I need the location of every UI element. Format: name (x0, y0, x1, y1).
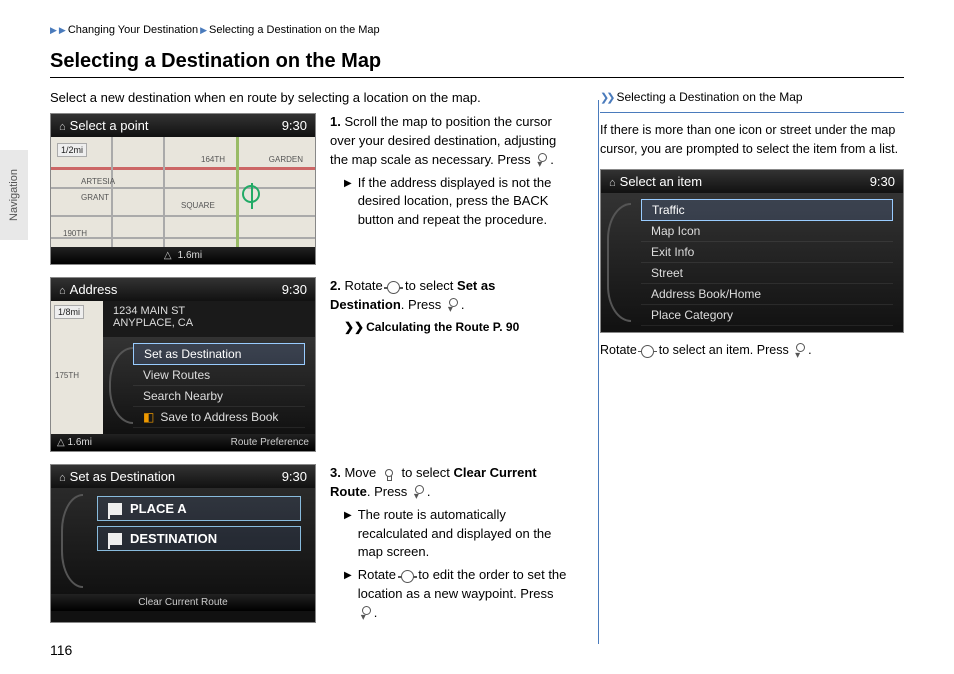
enter-button-icon (535, 153, 549, 167)
distance: 1.6mi (178, 250, 202, 261)
sidebar-caption: Rotate to select an item. Press . (600, 341, 904, 360)
breadcrumb: ▶ ▶ Changing Your Destination ▶ Selectin… (50, 24, 904, 36)
menu-traffic[interactable]: Traffic (641, 199, 893, 221)
side-tab-navigation: Navigation (0, 150, 28, 240)
triangle-bullet-icon: ▶ (344, 177, 352, 231)
sidebar-note: If there is more than one icon or street… (600, 112, 904, 159)
screenshot-set-destination: ⌂ Set as Destination 9:30 PLACE A DESTINA… (50, 464, 316, 623)
chevron-right-icon: ▶ (59, 25, 66, 36)
menu-exit-info[interactable]: Exit Info (641, 242, 893, 263)
sidebar-heading: ❯❯ Selecting a Destination on the Map (600, 90, 904, 104)
double-chevron-icon: ❯❯ (600, 91, 612, 104)
dial-icon (641, 345, 654, 358)
screen-title: Set as Destination (70, 469, 176, 484)
clock: 9:30 (282, 469, 307, 484)
clock: 9:30 (282, 282, 307, 297)
address-line: 1234 MAIN ST (113, 305, 303, 317)
screenshot-select-point: ⌂ Select a point 9:30 1/2mi 164TH GARDEN … (50, 113, 316, 265)
scale-badge: 1/8mi (54, 305, 84, 319)
screenshot-address: ⌂Address 9:30 1/8mi 175TH 1234 MAIN ST A… (50, 277, 316, 452)
compass-icon: △ (164, 250, 172, 261)
menu-map-icon[interactable]: Map Icon (641, 221, 893, 242)
menu-save-address-book[interactable]: ◧Save to Address Book (133, 407, 305, 428)
bookmark-icon: ◧ (143, 410, 154, 424)
menu-place-category[interactable]: Place Category (641, 305, 893, 326)
triangle-bullet-icon: ▶ (344, 569, 352, 623)
enter-button-icon (412, 485, 426, 499)
address-line: ANYPLACE, CA (113, 317, 303, 329)
breadcrumb-page: Selecting a Destination on the Map (209, 24, 380, 36)
footer-route-preference[interactable]: Route Preference (231, 437, 309, 448)
screen-title: Select a point (70, 118, 149, 133)
menu-set-destination[interactable]: Set as Destination (133, 343, 305, 365)
column-divider (598, 100, 599, 644)
distance: 1.6mi (67, 437, 91, 448)
screen-title: Select an item (620, 174, 702, 189)
enter-button-icon (359, 606, 373, 620)
step-number: 2. (330, 278, 341, 293)
cross-reference: ❯❯Calculating the Route P. 90 (344, 319, 570, 336)
screen-title: Address (70, 282, 118, 297)
home-icon: ⌂ (59, 472, 66, 484)
compass-icon: △ (57, 437, 65, 448)
page-title: Selecting a Destination on the Map (50, 50, 904, 78)
screenshot-select-item: ⌂ Select an item 9:30 Traffic Map Icon Ex… (600, 169, 904, 333)
clock: 9:30 (870, 174, 895, 189)
map-area: 1/2mi 164TH GARDEN ARTESIA GRANT 190TH S… (51, 137, 315, 247)
menu-view-routes[interactable]: View Routes (133, 365, 305, 386)
footer-clear-route[interactable]: Clear Current Route (138, 597, 227, 608)
waypoint-place-a[interactable]: PLACE A (97, 496, 301, 521)
scale-badge: 1/2mi (57, 143, 87, 157)
step-number: 1. (330, 114, 341, 129)
waypoint-destination[interactable]: DESTINATION (97, 526, 301, 551)
step-number: 3. (330, 465, 341, 480)
menu-street[interactable]: Street (641, 263, 893, 284)
enter-button-icon (446, 298, 460, 312)
joystick-icon (381, 467, 397, 481)
chevron-right-icon: ▶ (50, 25, 57, 36)
intro-text: Select a new destination when en route b… (50, 90, 570, 105)
menu-search-nearby[interactable]: Search Nearby (133, 386, 305, 407)
clock: 9:30 (282, 118, 307, 133)
map-cursor-icon (242, 185, 260, 203)
chevron-right-icon: ▶ (200, 25, 207, 36)
triangle-bullet-icon: ▶ (344, 509, 352, 563)
flag-icon (108, 503, 122, 515)
breadcrumb-section: Changing Your Destination (68, 24, 198, 36)
dial-icon (387, 281, 400, 294)
home-icon: ⌂ (609, 177, 616, 189)
page-number: 116 (50, 642, 72, 658)
flag-icon (108, 533, 122, 545)
home-icon: ⌂ (59, 121, 66, 133)
menu-address-book[interactable]: Address Book/Home (641, 284, 893, 305)
home-icon: ⌂ (59, 285, 66, 297)
enter-button-icon (793, 343, 807, 357)
dial-icon (401, 570, 414, 583)
